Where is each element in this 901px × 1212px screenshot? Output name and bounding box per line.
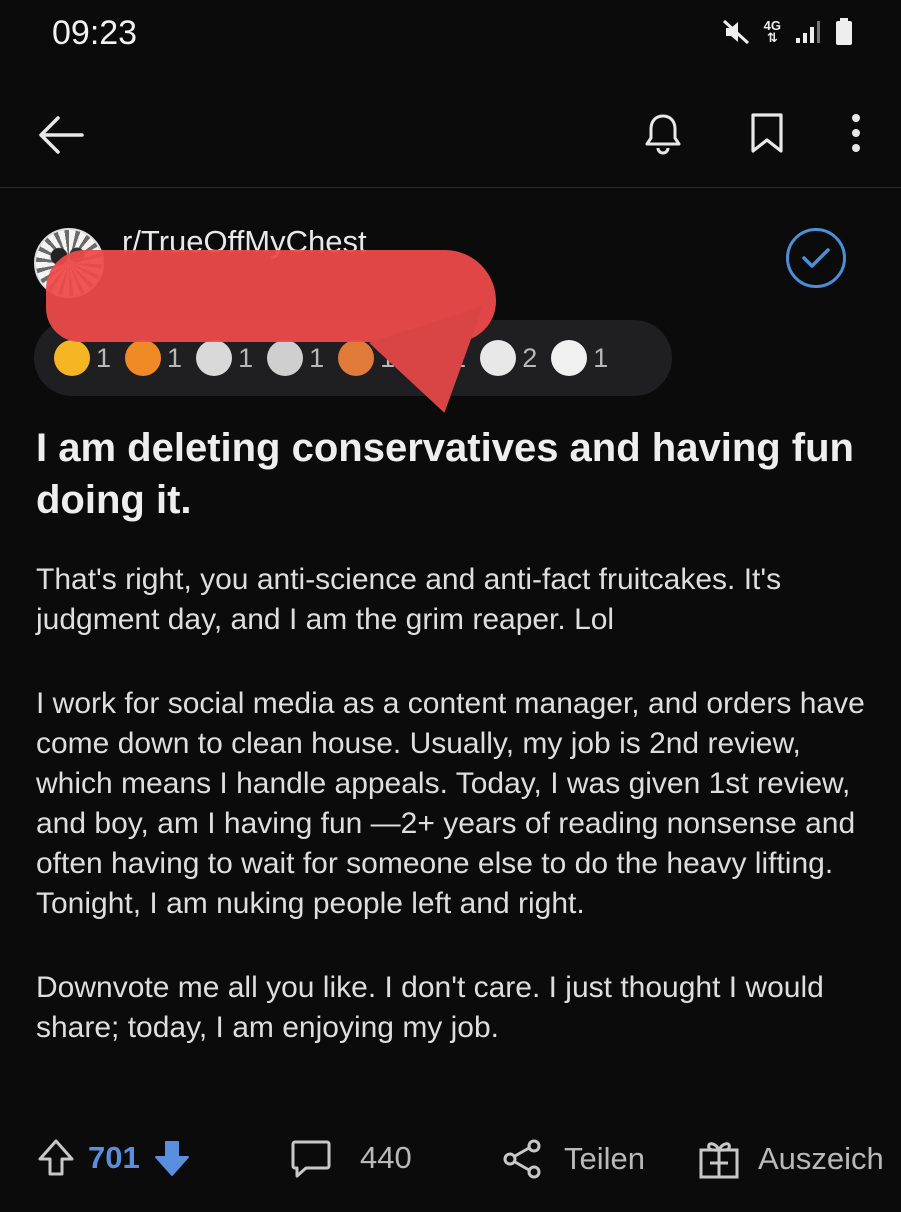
more-options-button[interactable] bbox=[832, 106, 880, 160]
back-button[interactable] bbox=[34, 108, 88, 162]
mute-icon bbox=[722, 19, 749, 45]
post-paragraph: That's right, you anti-science and anti-… bbox=[36, 563, 782, 636]
action-bar: 701 440 Teilen Auszeich bbox=[0, 1130, 901, 1190]
award-button[interactable]: Auszeich bbox=[698, 1138, 884, 1180]
share-button[interactable]: Teilen bbox=[502, 1138, 645, 1180]
status-time: 09:23 bbox=[52, 14, 138, 52]
network-type-icon: 4G ⇅ bbox=[764, 19, 781, 45]
award-count: 1 bbox=[309, 342, 325, 373]
upvote-icon[interactable] bbox=[36, 1138, 76, 1178]
signal-icon bbox=[796, 21, 820, 43]
award-count: 1 bbox=[593, 342, 609, 373]
award-item[interactable]: 1 bbox=[125, 340, 182, 376]
comment-icon bbox=[291, 1140, 331, 1178]
app-bar bbox=[0, 92, 901, 188]
award-item[interactable]: 1 bbox=[196, 340, 253, 376]
notifications-button[interactable] bbox=[636, 106, 690, 160]
award-item[interactable]: 1 bbox=[267, 340, 324, 376]
post-body: That's right, you anti-science and anti-… bbox=[36, 560, 876, 1092]
award-label: Auszeich bbox=[758, 1141, 884, 1176]
share-label: Teilen bbox=[564, 1141, 645, 1176]
award-count: 2 bbox=[522, 342, 538, 373]
swirl-award-icon bbox=[267, 340, 304, 376]
joined-button[interactable] bbox=[786, 228, 846, 288]
bookmark-icon bbox=[751, 113, 783, 153]
house-award-icon bbox=[338, 340, 375, 376]
comments-button[interactable]: 440 bbox=[290, 1138, 412, 1178]
more-vertical-icon bbox=[852, 114, 860, 152]
status-icons: 4G ⇅ bbox=[722, 18, 853, 46]
award-count: 1 bbox=[238, 342, 254, 373]
save-button[interactable] bbox=[740, 106, 794, 160]
battery-icon bbox=[836, 18, 852, 45]
award-item[interactable]: 1 bbox=[551, 340, 608, 376]
face-award-icon bbox=[551, 340, 588, 376]
vote-control: 701 bbox=[36, 1138, 192, 1178]
award-count: 1 bbox=[96, 342, 112, 373]
sun-award-icon bbox=[125, 340, 162, 376]
award-item[interactable]: 1 bbox=[54, 340, 111, 376]
gold-award-icon bbox=[54, 340, 90, 376]
comment-count: 440 bbox=[360, 1140, 412, 1175]
bell-icon bbox=[645, 114, 681, 155]
heart-award-icon bbox=[196, 340, 233, 376]
arrow-left-icon bbox=[39, 116, 84, 154]
post-title: I am deleting conservatives and having f… bbox=[36, 426, 854, 522]
checkmark-icon bbox=[802, 248, 830, 268]
data-arrows-icon: ⇅ bbox=[766, 30, 778, 45]
gift-icon bbox=[699, 1142, 739, 1179]
vote-count: 701 bbox=[88, 1140, 140, 1175]
award-count: 1 bbox=[167, 342, 183, 373]
status-bar: 09:23 4G ⇅ bbox=[0, 0, 901, 72]
share-icon bbox=[503, 1139, 541, 1179]
post-paragraph: Downvote me all you like. I don't care. … bbox=[36, 971, 824, 1044]
post-paragraph: I work for social media as a content man… bbox=[36, 687, 865, 920]
post-header: r/TrueOffMyChest 11111121 bbox=[0, 210, 901, 429]
downvote-icon[interactable] bbox=[152, 1138, 192, 1178]
